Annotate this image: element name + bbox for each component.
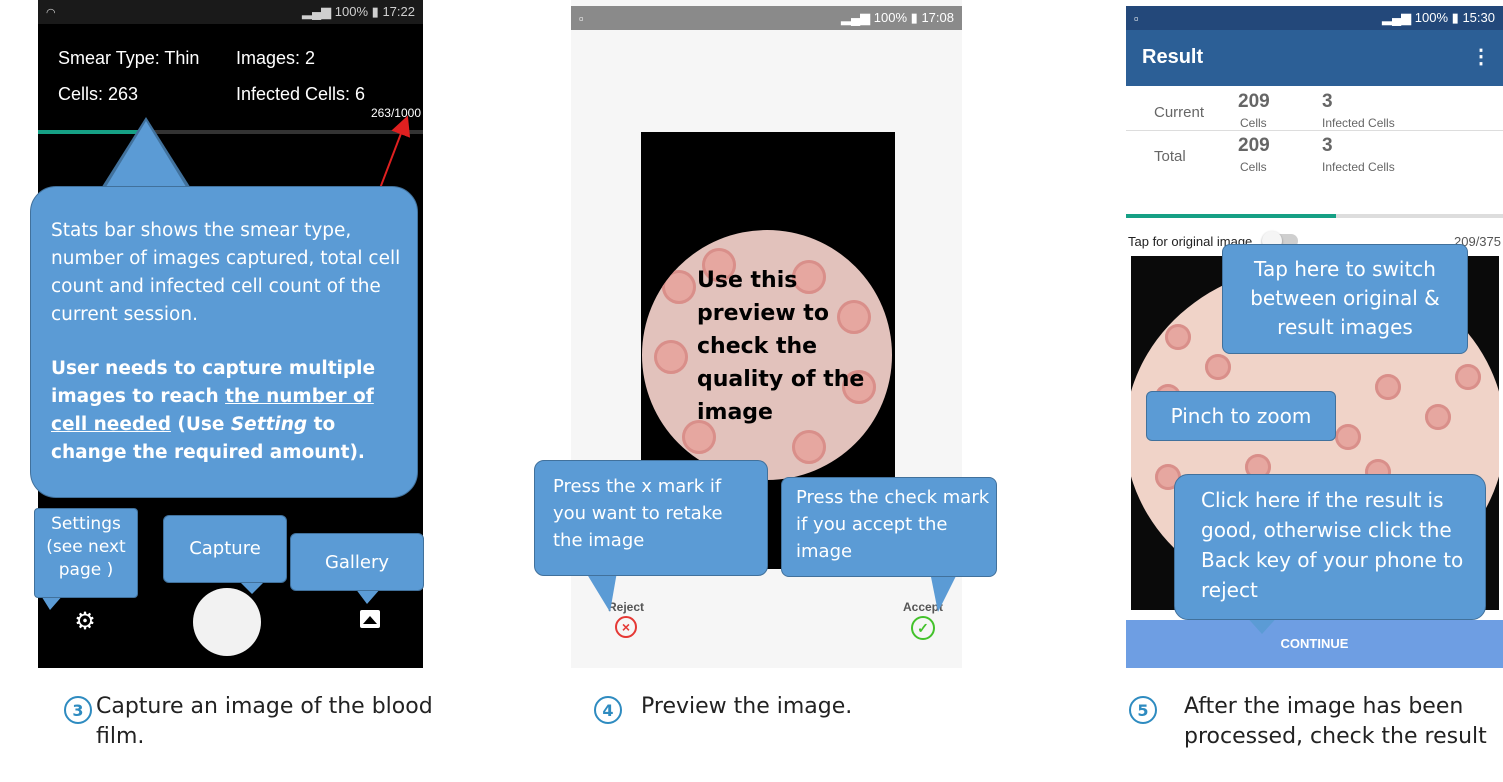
step-caption: Preview the image. [641,692,852,722]
infected-value: 3 [1322,135,1333,156]
accept-callout: Press the check mark if you accept the i… [781,477,997,577]
reject-callout: Press the x mark if you want to retake t… [534,460,768,576]
switch-callout: Tap here to switch between original & re… [1222,244,1468,354]
rbc [1455,364,1481,390]
overflow-menu-icon[interactable]: ⋮ [1471,44,1491,69]
preview-overlay-text: Use this preview to check the quality of… [697,264,895,429]
step-number-text: 5 [1137,700,1149,720]
battery-icon: ▮ [1451,10,1459,25]
status-right: ▂▄▆ 100% ▮ 15:30 [1382,10,1495,26]
status-right: ▂▄▆ 100% ▮ 17:08 [841,10,954,26]
gallery-callout-text: Gallery [324,552,390,573]
signal-icon: ▂▄▆ [840,10,871,25]
stats-callout-text: Stats bar shows the smear type, number o… [51,220,401,325]
status-bar: ▫ ▂▄▆ 100% ▮ 17:08 [571,6,962,30]
continue-callout: Click here if the result is good, otherw… [1174,474,1486,620]
step-number: 4 [594,696,622,724]
battery-icon: ▮ [910,10,918,25]
rbc [1425,404,1451,430]
infected-unit: Infected Cells [1322,160,1395,174]
stats-callout-note: User needs to capture multiple images to… [51,355,409,467]
status-time: 17:08 [921,10,954,25]
cells-value: 209 [1238,91,1270,112]
result-stats: Current 209 Cells 3 Infected Cells Total… [1126,88,1503,212]
app-bar: Result ⋮ [1126,30,1503,86]
step-number: 3 [64,696,92,724]
step-caption: Capture an image of the blood film. [96,692,476,752]
rbc [1375,374,1401,400]
rbc [1165,324,1191,350]
stats-callout-tail-fill [101,121,191,195]
progress-fill [1126,214,1336,218]
settings-callout: Settings (see next page ) [34,508,138,598]
accept-callout-text: Press the check mark if you accept the i… [796,487,990,562]
capture-callout: Capture [163,515,287,583]
app-title: Result [1142,46,1204,68]
continue-label: CONTINUE [1280,636,1349,651]
zoom-callout-text: Pinch to zoom [1170,404,1312,428]
stats-callout: Stats bar shows the smear type, number o… [30,186,418,498]
step-caption-text: Capture an image of the blood film. [96,694,433,749]
step-number-text: 3 [72,700,84,720]
x-circle-icon: × [615,616,637,638]
note-italic: Setting [230,414,308,435]
rbc [662,270,696,304]
battery-percent: 100% [1414,10,1449,25]
rbc [654,340,688,374]
signal-icon: ▂▄▆ [1381,10,1412,25]
overlay-text: Use this preview to check the quality of… [697,268,865,425]
status-time: 15:30 [1462,10,1495,25]
step-caption-text: After the image has been processed, chec… [1184,694,1487,749]
battery-percent: 100% [873,10,908,25]
accept-callout-tail [930,572,958,612]
stats-row-current: Current 209 Cells 3 Infected Cells [1126,88,1503,131]
screenshot-icon: ▫ [1134,10,1139,26]
cells-unit: Cells [1240,116,1267,130]
capture-callout-text: Capture [189,538,261,559]
progress-bar [1126,214,1503,218]
step-caption: After the image has been processed, chec… [1184,692,1503,752]
rbc [792,430,826,464]
rbc [1205,354,1231,380]
cells-unit: Cells [1240,160,1267,174]
check-circle-icon: ✓ [911,616,935,640]
reject-callout-text: Press the x mark if you want to retake t… [553,476,723,551]
step-caption-text: Preview the image. [641,694,853,719]
settings-callout-text: Settings (see next page ) [46,514,126,580]
switch-callout-text: Tap here to switch between original & re… [1250,257,1440,339]
step-number-text: 4 [602,700,614,720]
continue-button[interactable]: CONTINUE [1126,620,1503,668]
stats-row-total: Total 209 Cells 3 Infected Cells [1126,132,1503,174]
note-mid: (Use [170,414,231,435]
status-bar: ▫ ▂▄▆ 100% ▮ 15:30 [1126,6,1503,30]
step-number: 5 [1129,696,1157,724]
screenshot-icon: ▫ [579,10,584,26]
cells-value: 209 [1238,135,1270,156]
row-label: Current [1154,104,1205,121]
rbc [1335,424,1361,450]
row-label: Total [1154,148,1186,165]
gallery-callout: Gallery [290,533,424,591]
infected-value: 3 [1322,91,1333,112]
zoom-callout: Pinch to zoom [1146,391,1336,441]
infected-unit: Infected Cells [1322,116,1395,130]
continue-callout-text: Click here if the result is good, otherw… [1201,488,1464,602]
